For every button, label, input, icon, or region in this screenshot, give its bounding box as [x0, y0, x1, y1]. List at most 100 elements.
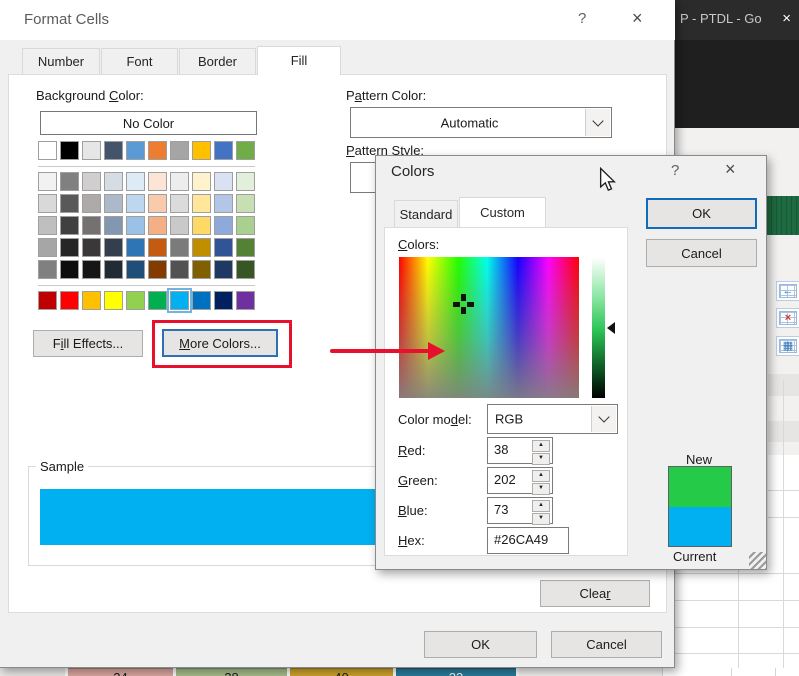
palette-swatch[interactable] — [60, 291, 79, 310]
worksheet-cell[interactable]: 40 — [290, 668, 393, 676]
blue-input[interactable] — [488, 498, 532, 517]
palette-swatch[interactable] — [148, 238, 167, 257]
cancel-button[interactable]: Cancel — [646, 239, 757, 267]
palette-swatch[interactable] — [214, 172, 233, 191]
palette-swatch[interactable] — [126, 291, 145, 310]
blue-spinner[interactable]: ▲ ▼ — [487, 497, 553, 525]
worksheet-cell[interactable] — [519, 668, 662, 676]
palette-swatch[interactable] — [236, 194, 255, 213]
palette-swatch[interactable] — [192, 141, 211, 160]
palette-swatch[interactable] — [214, 141, 233, 160]
spin-down-icon[interactable]: ▼ — [532, 453, 550, 465]
palette-swatch[interactable] — [192, 260, 211, 279]
color-model-dropdown[interactable]: RGB — [487, 404, 618, 434]
table-delete-icon[interactable]: × — [776, 308, 799, 328]
palette-swatch[interactable] — [236, 291, 255, 310]
palette-swatch[interactable] — [192, 291, 211, 310]
palette-swatch[interactable] — [236, 216, 255, 235]
palette-swatch[interactable] — [126, 194, 145, 213]
spin-down-icon[interactable]: ▼ — [532, 483, 550, 495]
table-left-arrow-icon[interactable]: ← — [776, 281, 799, 301]
palette-swatch[interactable] — [148, 216, 167, 235]
palette-swatch[interactable] — [236, 260, 255, 279]
luminance-bar[interactable] — [592, 257, 605, 398]
palette-swatch[interactable] — [60, 260, 79, 279]
palette-swatch[interactable] — [170, 291, 189, 310]
worksheet-cell[interactable]: 24 — [68, 668, 173, 676]
spin-up-icon[interactable]: ▲ — [532, 470, 550, 482]
palette-swatch[interactable] — [192, 238, 211, 257]
green-input[interactable] — [488, 468, 532, 487]
dropdown-button[interactable] — [591, 406, 616, 432]
palette-swatch[interactable] — [82, 260, 101, 279]
tab-border[interactable]: Border — [179, 48, 256, 74]
palette-swatch[interactable] — [104, 238, 123, 257]
palette-swatch[interactable] — [104, 291, 123, 310]
palette-swatch[interactable] — [214, 291, 233, 310]
help-button[interactable]: ? — [671, 162, 679, 179]
palette-swatch[interactable] — [104, 141, 123, 160]
worksheet-cell[interactable] — [0, 668, 65, 676]
palette-swatch[interactable] — [38, 141, 57, 160]
palette-swatch[interactable] — [82, 141, 101, 160]
tab-custom[interactable]: Custom — [459, 197, 546, 227]
tab-standard[interactable]: Standard — [394, 200, 458, 227]
palette-swatch[interactable] — [192, 194, 211, 213]
palette-swatch[interactable] — [60, 194, 79, 213]
spin-down-icon[interactable]: ▼ — [532, 513, 550, 525]
palette-swatch[interactable] — [60, 172, 79, 191]
pattern-color-dropdown[interactable]: Automatic — [350, 107, 612, 138]
spin-up-icon[interactable]: ▲ — [532, 440, 550, 452]
hex-field[interactable] — [487, 527, 569, 554]
palette-swatch[interactable] — [148, 172, 167, 191]
palette-swatch[interactable] — [214, 238, 233, 257]
palette-swatch[interactable] — [126, 260, 145, 279]
help-button[interactable]: ? — [578, 10, 586, 27]
palette-swatch[interactable] — [236, 141, 255, 160]
palette-swatch[interactable] — [104, 172, 123, 191]
palette-swatch[interactable] — [170, 260, 189, 279]
red-spinner[interactable]: ▲ ▼ — [487, 437, 553, 465]
palette-swatch[interactable] — [126, 238, 145, 257]
palette-swatch[interactable] — [170, 141, 189, 160]
worksheet-cell[interactable]: 28 — [176, 668, 287, 676]
palette-swatch[interactable] — [60, 216, 79, 235]
worksheet-cell[interactable] — [662, 668, 731, 676]
excel-close-button[interactable]: × — [782, 10, 791, 27]
palette-swatch[interactable] — [60, 141, 79, 160]
worksheet-cell[interactable]: 23 — [396, 668, 516, 676]
ok-button[interactable]: OK — [424, 631, 537, 658]
palette-swatch[interactable] — [126, 141, 145, 160]
palette-swatch[interactable] — [38, 172, 57, 191]
dropdown-button[interactable] — [585, 109, 610, 136]
palette-swatch[interactable] — [170, 216, 189, 235]
palette-swatch[interactable] — [170, 172, 189, 191]
green-spinner[interactable]: ▲ ▼ — [487, 467, 553, 495]
palette-swatch[interactable] — [192, 216, 211, 235]
worksheet-cell[interactable] — [775, 668, 792, 676]
palette-swatch[interactable] — [214, 194, 233, 213]
palette-swatch[interactable] — [60, 238, 79, 257]
red-input[interactable] — [488, 438, 532, 457]
tab-font[interactable]: Font — [101, 48, 178, 74]
palette-swatch[interactable] — [148, 260, 167, 279]
palette-swatch[interactable] — [170, 194, 189, 213]
cancel-button[interactable]: Cancel — [551, 631, 662, 658]
palette-swatch[interactable] — [38, 216, 57, 235]
palette-swatch[interactable] — [38, 291, 57, 310]
resize-grip[interactable] — [749, 552, 766, 569]
tab-fill[interactable]: Fill — [257, 46, 341, 75]
hex-input[interactable] — [488, 528, 566, 547]
tab-number[interactable]: Number — [22, 48, 100, 74]
palette-swatch[interactable] — [82, 216, 101, 235]
close-button[interactable]: × — [632, 9, 643, 27]
palette-swatch[interactable] — [148, 194, 167, 213]
fill-effects-button[interactable]: Fi ll Effects... — [33, 330, 143, 357]
palette-swatch[interactable] — [236, 172, 255, 191]
palette-swatch[interactable] — [126, 216, 145, 235]
spin-up-icon[interactable]: ▲ — [532, 500, 550, 512]
palette-swatch[interactable] — [38, 194, 57, 213]
clear-button[interactable]: Clea r — [540, 580, 650, 607]
palette-swatch[interactable] — [236, 238, 255, 257]
palette-swatch[interactable] — [82, 172, 101, 191]
